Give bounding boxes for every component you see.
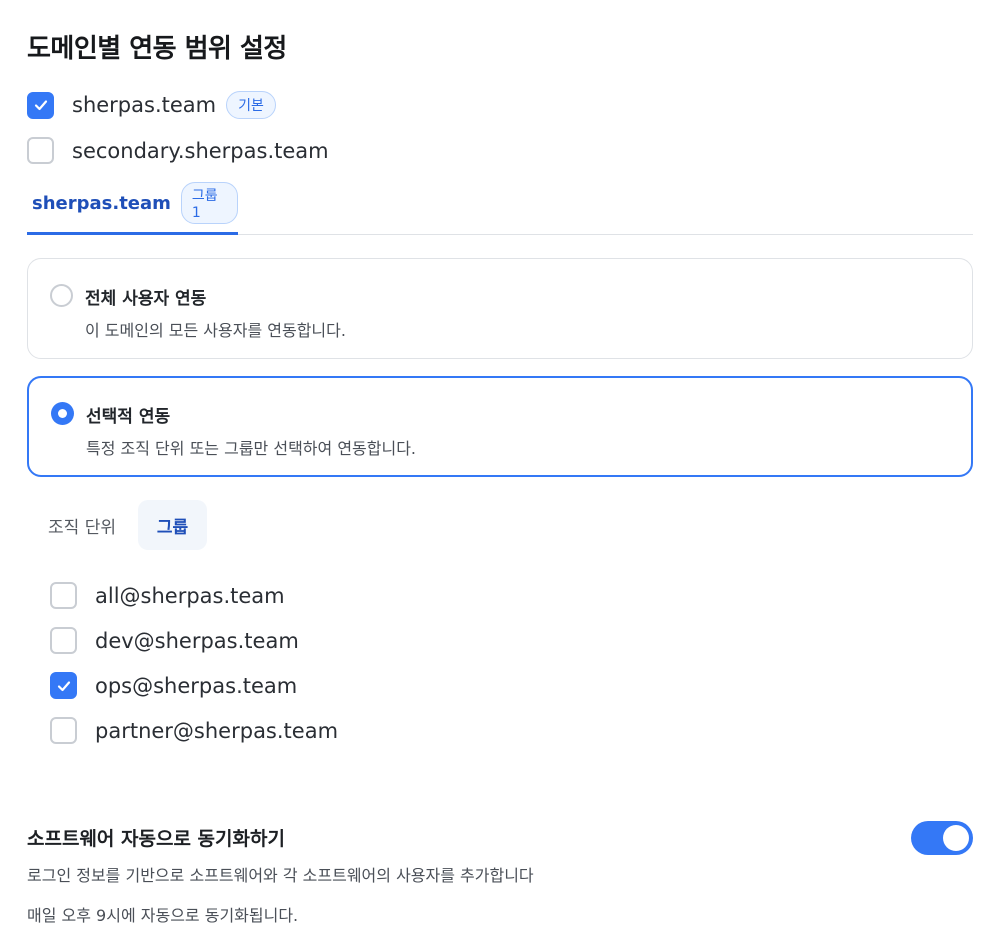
sync-schedule-note: 매일 오후 9시에 자동으로 동기화됩니다. [27,906,299,925]
option-description: 특정 조직 단위 또는 그룹만 선택하여 연동합니다. [86,439,417,458]
domain-tabbar: sherpas.team 그룹 1 [27,182,973,235]
radio-selective[interactable] [51,402,74,425]
sync-description: 로그인 정보를 기반으로 소프트웨어와 각 소프트웨어의 사용자를 추가합니다 [27,866,534,885]
page-title: 도메인별 연동 범위 설정 [27,34,287,64]
check-icon [57,680,70,691]
group-email: all@sherpas.team [95,583,285,608]
group-email: ops@sherpas.team [95,673,298,698]
option-title: 선택적 연동 [86,407,171,427]
domain-checkbox-secondary[interactable] [27,137,54,164]
option-title: 전체 사용자 연동 [85,289,207,309]
domain-label: secondary.sherpas.team [72,138,329,163]
option-all-users[interactable]: 전체 사용자 연동 이 도메인의 모든 사용자를 연동합니다. [27,258,973,359]
subtab-org-unit[interactable]: 조직 단위 [28,500,136,550]
group-checkbox[interactable] [50,627,77,654]
group-email: dev@sherpas.team [95,628,299,653]
domain-row-secondary[interactable]: secondary.sherpas.team [27,137,329,164]
sync-title: 소프트웨어 자동으로 동기화하기 [27,828,285,850]
scope-subtabs: 조직 단위 그룹 [28,500,207,550]
check-icon [34,100,47,111]
option-selective[interactable]: 선택적 연동 특정 조직 단위 또는 그룹만 선택하여 연동합니다. [27,376,973,477]
group-row[interactable]: dev@sherpas.team [50,627,299,654]
group-email: partner@sherpas.team [95,718,339,743]
option-description: 이 도메인의 모든 사용자를 연동합니다. [85,321,346,340]
subtab-group[interactable]: 그룹 [138,500,207,550]
group-count-badge: 그룹 1 [180,182,238,224]
group-checkbox[interactable] [50,582,77,609]
group-checkbox[interactable] [50,717,77,744]
default-badge: 기본 [226,91,276,119]
toggle-knob [943,825,969,851]
group-row[interactable]: all@sherpas.team [50,582,285,609]
tab-label: sherpas.team [32,192,171,214]
domain-checkbox-sherpas-team[interactable] [27,91,54,119]
domain-label: sherpas.team [72,93,217,117]
tab-sherpas-team[interactable]: sherpas.team 그룹 1 [27,182,238,235]
domain-row-sherpas-team[interactable]: sherpas.team 기본 [27,91,276,119]
group-checkbox[interactable] [50,672,77,699]
group-row[interactable]: partner@sherpas.team [50,717,338,744]
auto-sync-toggle[interactable] [911,821,973,855]
radio-all-users[interactable] [50,284,73,307]
group-row[interactable]: ops@sherpas.team [50,672,297,699]
